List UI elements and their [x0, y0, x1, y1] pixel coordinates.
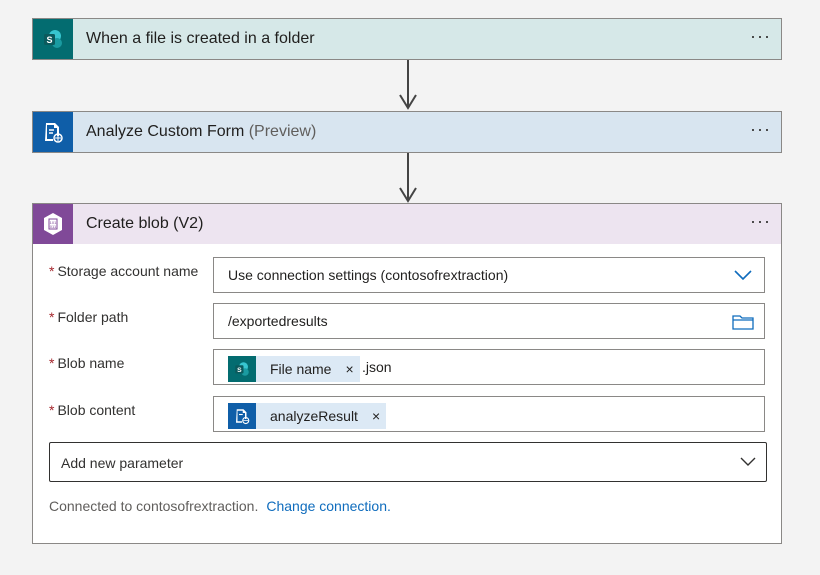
- blob-storage-icon: 101 011: [33, 204, 73, 244]
- trigger-more-options-button[interactable]: ···: [750, 27, 771, 45]
- required-marker: *: [49, 355, 55, 371]
- blob-content-row: * Blob content analyzeResult ×: [33, 396, 781, 432]
- svg-text:S: S: [46, 35, 52, 45]
- analyze-more-options-button[interactable]: ···: [750, 120, 771, 138]
- file-name-token[interactable]: S File name ×: [228, 356, 360, 382]
- blob-name-label-text: Blob name: [57, 355, 125, 371]
- blob-content-input[interactable]: analyzeResult ×: [213, 396, 765, 432]
- blob-name-input[interactable]: S File name × .json: [213, 349, 765, 385]
- flow-arrow-down-icon: [399, 187, 417, 203]
- required-marker: *: [49, 309, 55, 325]
- analyze-step-title-text: Analyze Custom Form: [86, 123, 245, 140]
- folder-path-input[interactable]: /exportedresults: [213, 303, 765, 339]
- blob-name-row: * Blob name S File name × .json: [33, 349, 781, 385]
- sharepoint-icon: S: [33, 19, 73, 59]
- create-blob-step-card[interactable]: 101 011 Create blob (V2) ··· * Storage ac…: [32, 203, 782, 544]
- preview-tag: (Preview): [248, 123, 317, 140]
- folder-picker-icon[interactable]: [732, 313, 754, 330]
- trigger-step-title: When a file is created in a folder: [86, 30, 315, 47]
- connection-footer: Connected to contosofrextraction. Change …: [49, 498, 391, 514]
- required-marker: *: [49, 402, 55, 418]
- svg-text:S: S: [237, 367, 242, 374]
- chevron-down-icon: [740, 457, 756, 466]
- storage-account-dropdown[interactable]: Use connection settings (contosofrextrac…: [213, 257, 765, 293]
- sharepoint-icon: S: [228, 356, 256, 382]
- create-blob-step-header[interactable]: 101 011 Create blob (V2) ···: [33, 204, 781, 244]
- storage-account-row: * Storage account name Use connection set…: [33, 257, 781, 293]
- analyze-step-header[interactable]: Analyze Custom Form (Preview) ···: [33, 112, 781, 152]
- analyze-step-title: Analyze Custom Form (Preview): [86, 123, 316, 141]
- trigger-step-header[interactable]: S When a file is created in a folder ···: [33, 19, 781, 59]
- folder-path-value: /exportedresults: [228, 313, 328, 329]
- analyze-result-token[interactable]: analyzeResult ×: [228, 403, 387, 429]
- folder-path-label-text: Folder path: [57, 309, 129, 325]
- required-marker: *: [49, 263, 55, 279]
- analyze-result-token-label: analyzeResult: [270, 408, 358, 424]
- change-connection-link[interactable]: Change connection.: [266, 498, 391, 514]
- create-blob-step-title: Create blob (V2): [86, 215, 204, 232]
- storage-account-label-text: Storage account name: [57, 263, 199, 279]
- remove-token-button[interactable]: ×: [345, 361, 353, 377]
- chevron-down-icon: [734, 270, 752, 281]
- svg-text:011: 011: [50, 224, 57, 229]
- create-blob-more-options-button[interactable]: ···: [750, 212, 771, 230]
- blob-name-suffix: .json: [362, 359, 392, 375]
- form-recognizer-icon: [33, 112, 73, 152]
- add-new-parameter-label: Add new parameter: [61, 455, 184, 471]
- folder-path-row: * Folder path /exportedresults: [33, 303, 781, 339]
- storage-account-value: Use connection settings (contosofrextrac…: [228, 267, 509, 283]
- flow-arrow-down-icon: [399, 94, 417, 110]
- blob-content-label: * Blob content: [49, 402, 135, 418]
- remove-token-button[interactable]: ×: [372, 408, 380, 424]
- trigger-step-card[interactable]: S When a file is created in a folder ···: [32, 18, 782, 60]
- form-recognizer-icon: [228, 403, 256, 429]
- analyze-step-card[interactable]: Analyze Custom Form (Preview) ···: [32, 111, 782, 153]
- file-name-token-label: File name: [270, 361, 332, 377]
- blob-content-label-text: Blob content: [57, 402, 136, 418]
- add-new-parameter-dropdown[interactable]: Add new parameter: [49, 442, 767, 482]
- folder-path-label: * Folder path: [49, 309, 128, 325]
- storage-account-label: * Storage account name: [49, 263, 198, 279]
- connected-text: Connected to contosofrextraction.: [49, 498, 259, 514]
- blob-name-label: * Blob name: [49, 355, 124, 371]
